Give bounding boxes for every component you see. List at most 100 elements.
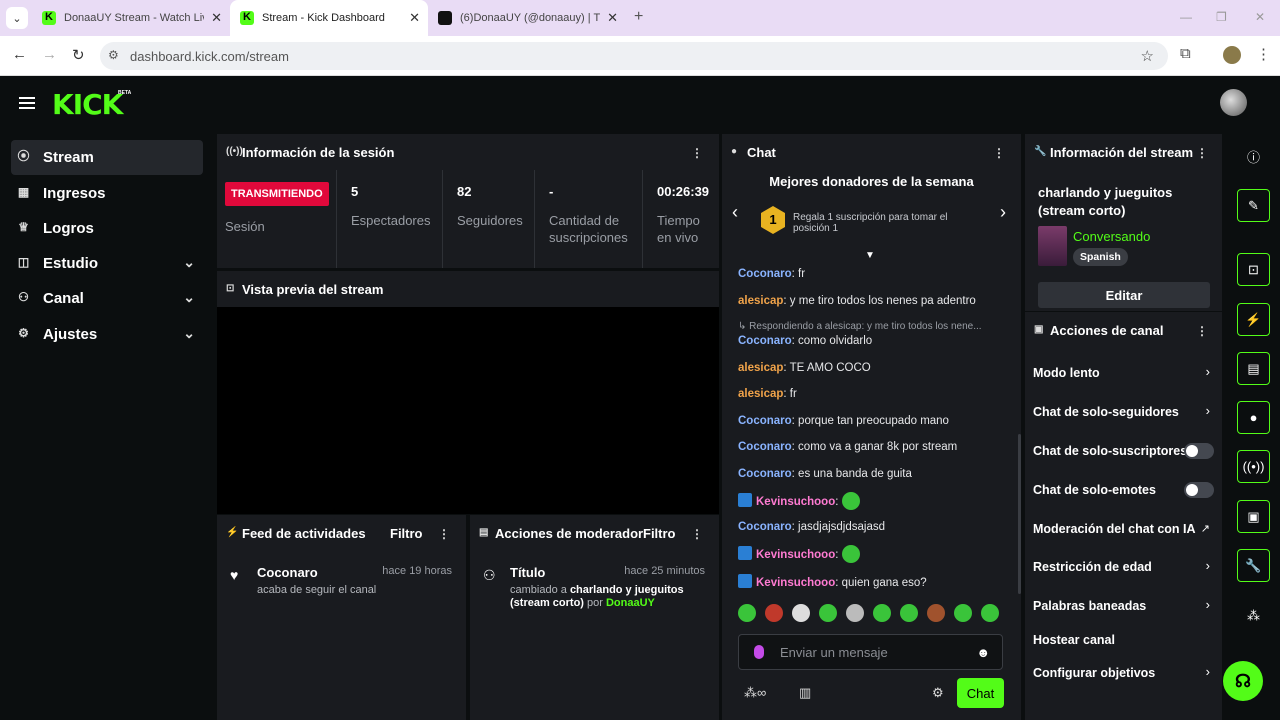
hamburger-menu-icon[interactable] xyxy=(19,97,35,109)
back-arrow-icon[interactable]: ← xyxy=(12,46,27,63)
send-chat-button[interactable]: Chat xyxy=(957,678,1004,708)
detail-author[interactable]: DonaaUY xyxy=(606,597,655,609)
action-banned-words[interactable]: Palabras baneadas xyxy=(1033,599,1213,613)
emote-icon[interactable] xyxy=(981,604,999,622)
support-headset-button[interactable]: ☊ xyxy=(1223,661,1263,701)
edit-stream-button[interactable]: Editar xyxy=(1038,282,1210,308)
filter-button[interactable]: Filtro xyxy=(643,526,676,541)
emote-icon[interactable] xyxy=(954,604,972,622)
chevron-right-icon[interactable]: › xyxy=(1000,202,1006,223)
more-options-icon[interactable]: ⋮ xyxy=(993,146,1005,160)
browser-tab-1[interactable]: DonaaUY Stream - Watch Live o ✕ xyxy=(32,0,230,36)
emoji-picker-icon[interactable]: ☻ xyxy=(976,645,990,660)
more-options-icon[interactable]: ⋮ xyxy=(438,527,450,541)
close-icon[interactable]: ✕ xyxy=(211,10,222,26)
emote-icon[interactable] xyxy=(765,604,783,622)
close-icon[interactable]: ✕ xyxy=(409,10,420,26)
emote-icon[interactable] xyxy=(873,604,891,622)
emote-icon[interactable] xyxy=(738,604,756,622)
sidebar-item-ajustes[interactable]: ⚙ Ajustes ⌄ xyxy=(11,317,203,352)
sidebar-item-ingresos[interactable]: ▦ Ingresos xyxy=(11,176,203,211)
site-settings-icon[interactable]: ⚙ xyxy=(108,48,119,62)
reload-icon[interactable]: ↻ xyxy=(72,46,85,64)
chat-username[interactable]: Coconaro xyxy=(738,268,792,280)
chat-scrollbar[interactable] xyxy=(1018,434,1021,594)
emote-icon[interactable] xyxy=(846,604,864,622)
preview-icon[interactable]: ⊡ xyxy=(1237,253,1270,286)
action-set-goals[interactable]: Configurar objetivos xyxy=(1033,666,1213,680)
tab-list-button[interactable]: ⌄ xyxy=(6,7,28,29)
chat-username[interactable]: Coconaro xyxy=(738,415,792,427)
sidebar-item-estudio[interactable]: ◫ Estudio ⌄ xyxy=(11,246,203,281)
minimize-icon[interactable]: — xyxy=(1180,10,1192,24)
emote-icon[interactable] xyxy=(792,604,810,622)
more-options-icon[interactable]: ⋮ xyxy=(691,527,703,541)
browser-tab-3[interactable]: (6)DonaaUY (@donaauy) | TikTo ✕ xyxy=(428,0,626,36)
channel-icon[interactable]: ▣ xyxy=(1237,500,1270,533)
action-host-channel[interactable]: Hostear canal xyxy=(1033,633,1213,647)
forward-arrow-icon[interactable]: → xyxy=(42,46,57,63)
chat-username[interactable]: alesicap xyxy=(738,295,783,307)
broadcast-icon[interactable]: ((•)) xyxy=(1237,450,1270,483)
chat-username[interactable]: Coconaro xyxy=(738,335,792,347)
chat-username[interactable]: alesicap xyxy=(738,362,783,374)
emote-icon[interactable] xyxy=(900,604,918,622)
user-avatar[interactable] xyxy=(1220,89,1247,116)
close-icon[interactable]: ✕ xyxy=(607,10,618,26)
chevron-right-icon[interactable]: › xyxy=(1206,664,1210,679)
microphone-icon[interactable] xyxy=(754,645,764,659)
filter-button[interactable]: Filtro xyxy=(390,526,423,541)
more-options-icon[interactable]: ⋮ xyxy=(1196,324,1208,338)
chat-username[interactable]: Kevinsuchooo xyxy=(756,549,835,561)
sidebar-item-logros[interactable]: ♕ Logros xyxy=(11,211,203,246)
lightning-icon[interactable]: ⚡ xyxy=(1237,303,1270,336)
sidebar-item-stream[interactable]: ⦿ Stream xyxy=(11,140,203,175)
points-icon[interactable]: ⁂∞ xyxy=(744,685,766,701)
chevron-right-icon[interactable]: › xyxy=(1206,403,1210,418)
kick-logo[interactable]: KICK xyxy=(52,88,123,121)
stream-preview-video[interactable] xyxy=(217,307,719,514)
browser-profile-avatar[interactable] xyxy=(1223,46,1241,64)
chat-username[interactable]: Kevinsuchooo xyxy=(756,577,835,589)
action-followers-only[interactable]: Chat de solo-seguidores xyxy=(1033,405,1213,419)
stream-category[interactable]: Conversando xyxy=(1073,229,1150,244)
subscribers-only-toggle[interactable] xyxy=(1184,443,1214,459)
chat-username[interactable]: Coconaro xyxy=(738,468,792,480)
points-icon[interactable]: ⁂ xyxy=(1237,599,1270,632)
window-close-icon[interactable]: ✕ xyxy=(1255,10,1265,24)
more-options-icon[interactable]: ⋮ xyxy=(1196,146,1208,160)
new-tab-button[interactable]: + xyxy=(634,8,643,26)
reply-indicator[interactable]: ↳ Respondiendo a alesicap: y me tiro tod… xyxy=(738,321,1008,332)
gear-icon[interactable]: ⚙ xyxy=(932,685,944,701)
chat-bubble-icon[interactable]: ● xyxy=(1237,401,1270,434)
extensions-icon[interactable]: ⧉ xyxy=(1180,45,1191,62)
emote-icon[interactable] xyxy=(927,604,945,622)
action-slow-mode[interactable]: Modo lento xyxy=(1033,366,1213,380)
chat-username[interactable]: Kevinsuchooo xyxy=(756,496,835,508)
chat-username[interactable]: alesicap xyxy=(738,388,783,400)
emote-icon[interactable] xyxy=(819,604,837,622)
chat-message-input[interactable]: Enviar un mensaje ☻ xyxy=(738,634,1003,670)
chevron-right-icon[interactable]: › xyxy=(1206,597,1210,612)
url-field[interactable]: ⚙ dashboard.kick.com/stream ☆ xyxy=(100,42,1168,70)
maximize-icon[interactable]: ❐ xyxy=(1216,10,1227,24)
chevron-left-icon[interactable]: ‹ xyxy=(732,202,738,223)
emotes-only-toggle[interactable] xyxy=(1184,482,1214,498)
collapse-icon[interactable]: ▼ xyxy=(865,250,875,261)
external-link-icon[interactable]: ↗ xyxy=(1201,522,1210,535)
store-icon[interactable]: ▥ xyxy=(799,685,811,701)
chat-username[interactable]: Coconaro xyxy=(738,441,792,453)
action-ai-moderation[interactable]: Moderación del chat con IA xyxy=(1033,522,1213,536)
pencil-icon[interactable]: ✎ xyxy=(1237,189,1270,222)
action-age-restriction[interactable]: Restricción de edad xyxy=(1033,560,1213,574)
chevron-right-icon[interactable]: › xyxy=(1206,364,1210,379)
more-options-icon[interactable]: ⋮ xyxy=(691,146,703,160)
chevron-right-icon[interactable]: › xyxy=(1206,558,1210,573)
document-icon[interactable]: ▤ xyxy=(1237,352,1270,385)
browser-menu-icon[interactable]: ⋮ xyxy=(1256,45,1271,63)
wrench-icon[interactable]: 🔧 xyxy=(1237,549,1270,582)
chat-username[interactable]: Coconaro xyxy=(738,521,792,533)
info-icon[interactable]: ⓘ xyxy=(1237,140,1270,173)
browser-tab-2[interactable]: Stream - Kick Dashboard ✕ xyxy=(230,0,428,36)
bookmark-star-icon[interactable]: ☆ xyxy=(1141,47,1154,65)
